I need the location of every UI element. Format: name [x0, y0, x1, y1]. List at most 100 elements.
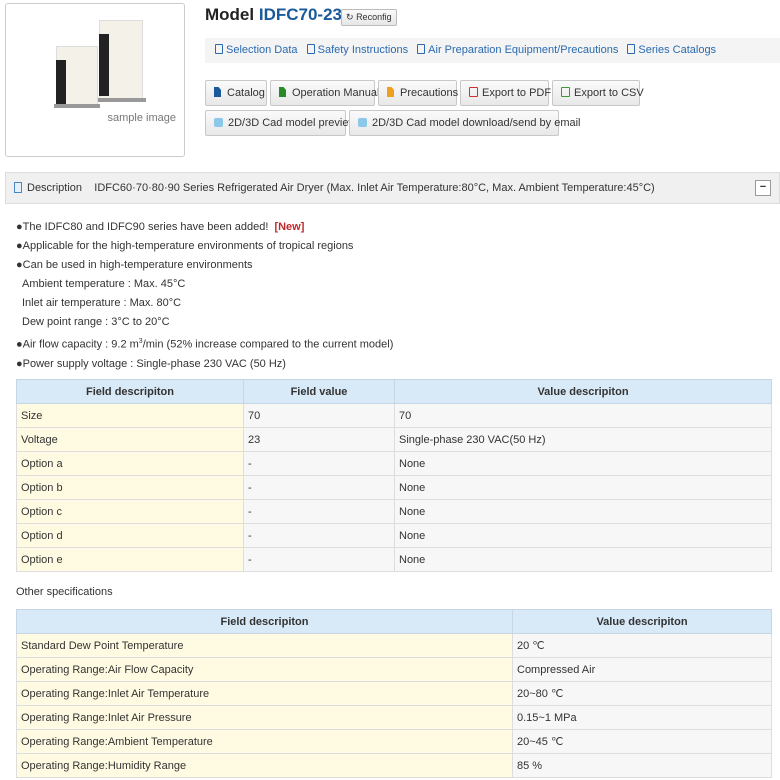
value-cell: -: [243, 523, 395, 548]
value-cell: None: [394, 547, 772, 572]
value-cell: 20~80 ℃: [512, 681, 772, 706]
link-air-preparation[interactable]: Air Preparation Equipment/Precautions: [417, 44, 618, 56]
link-series-catalogs[interactable]: Series Catalogs: [627, 44, 716, 56]
document-icon: [627, 44, 636, 54]
value-cell: 20~45 ℃: [512, 729, 772, 754]
cad-preview-button[interactable]: 2D/3D Cad model preview: [205, 110, 356, 136]
csv-icon: [561, 87, 570, 97]
table-row: Operating Range:Inlet Air Pressure 0.15~1…: [16, 705, 772, 730]
pdf-icon: [469, 87, 478, 97]
table-row: Option e - None: [16, 547, 772, 572]
button-label: Catalog: [227, 87, 265, 99]
cad-download-button[interactable]: 2D/3D Cad model download/send by email: [349, 110, 581, 136]
feature-item: ●Can be used in high-temperature environ…: [16, 259, 253, 271]
feature-subitem: Dew point range : 3°C to 20°C: [22, 316, 170, 328]
table-row: Option d - None: [16, 523, 772, 548]
description-header: Description IDFC60·70·80·90 Series Refri…: [5, 172, 780, 204]
reconfig-button[interactable]: ↻ Reconfig: [341, 9, 397, 26]
column-header: Value descripiton: [512, 609, 772, 634]
table-row: Voltage 23 Single-phase 230 VAC(50 Hz): [16, 427, 772, 452]
link-label: Selection Data: [226, 44, 298, 56]
operation-manual-button[interactable]: Operation Manual: [270, 80, 379, 106]
feature-item: ●Power supply voltage : Single-phase 230…: [16, 357, 286, 370]
product-image[interactable]: sample image: [5, 3, 185, 157]
table-row: Option a - None: [16, 451, 772, 476]
page-title: Model IDFC70-23: [205, 5, 342, 25]
table-row: Standard Dew Point Temperature 20 ℃: [16, 633, 772, 658]
field-cell: Option d: [16, 523, 244, 548]
field-cell: Option b: [16, 475, 244, 500]
table-row: Operating Range:Air Flow Capacity Compres…: [16, 657, 772, 682]
title-prefix: Model: [205, 5, 255, 24]
value-cell: None: [394, 523, 772, 548]
field-cell: Option a: [16, 451, 244, 476]
button-label: 2D/3D Cad model preview: [228, 117, 357, 129]
reconfig-label: Reconfig: [356, 12, 392, 22]
field-cell: Option e: [16, 547, 244, 572]
button-label: Export to CSV: [574, 87, 644, 99]
feature-text: ●Air flow capacity : 9.2 m: [16, 338, 139, 351]
refresh-icon: ↻: [346, 12, 354, 22]
link-label: Safety Instructions: [317, 44, 409, 56]
value-cell: -: [243, 499, 395, 524]
section-title: Other specifications: [16, 586, 113, 598]
value-cell: -: [243, 547, 395, 572]
field-cell: Operating Range:Inlet Air Pressure: [16, 705, 513, 730]
catalog-button[interactable]: Catalog: [205, 80, 267, 106]
column-header: Field value: [243, 379, 395, 404]
file-icon: [279, 87, 286, 97]
feature-subitem: Ambient temperature : Max. 45°C: [22, 278, 186, 290]
table-row: Option b - None: [16, 475, 772, 500]
table-row: Operating Range:Inlet Air Temperature 20~…: [16, 681, 772, 706]
feature-item: ●Air flow capacity : 9.2 m3/min (52% inc…: [16, 332, 393, 355]
model-number: IDFC70-23: [258, 5, 342, 24]
column-header: Field descripiton: [16, 609, 513, 634]
feature-item: ●Applicable for the high-temperature env…: [16, 240, 354, 252]
value-cell: 85 %: [512, 753, 772, 778]
collapse-button[interactable]: −: [755, 180, 771, 196]
field-cell: Standard Dew Point Temperature: [16, 633, 513, 658]
document-icon: [417, 44, 426, 54]
description-text: IDFC60·70·80·90 Series Refrigerated Air …: [94, 182, 655, 194]
dryer-base: [54, 104, 100, 108]
document-icon: [306, 44, 315, 54]
table-row: Operating Range:Ambient Temperature 20~45…: [16, 729, 772, 754]
button-label: Precautions: [400, 87, 459, 99]
value-cell: -: [243, 451, 395, 476]
file-icon: [387, 87, 394, 97]
field-cell: Option c: [16, 499, 244, 524]
precautions-button[interactable]: Precautions: [378, 80, 459, 106]
value-cell: 23: [243, 427, 395, 452]
description-label: Description: [27, 182, 83, 194]
field-cell: Operating Range:Inlet Air Temperature: [16, 681, 513, 706]
value-cell: 70: [394, 403, 772, 428]
field-cell: Operating Range:Ambient Temperature: [16, 729, 513, 754]
dryer-fins: [99, 34, 109, 96]
table-row: Option c - None: [16, 499, 772, 524]
column-header: Field descripiton: [16, 379, 244, 404]
export-csv-button[interactable]: Export to CSV: [552, 80, 644, 106]
field-cell: Operating Range:Humidity Range: [16, 753, 513, 778]
link-safety-instructions[interactable]: Safety Instructions: [306, 44, 409, 56]
value-cell: -: [243, 475, 395, 500]
field-cell: Operating Range:Air Flow Capacity: [16, 657, 513, 682]
cube-icon: [358, 118, 367, 127]
feature-text: /min (52% increase compared to the curre…: [142, 338, 394, 351]
export-pdf-button[interactable]: Export to PDF: [460, 80, 552, 106]
link-label: Air Preparation Equipment/Precautions: [428, 44, 619, 56]
specifications-table: Field descripiton Value descripiton Stand…: [16, 609, 772, 778]
button-label: Operation Manual: [292, 87, 380, 99]
description-icon: [14, 182, 22, 193]
feature-subitem: Inlet air temperature : Max. 80°C: [22, 297, 182, 309]
value-cell: 20 ℃: [512, 633, 772, 658]
feature-text: ●The IDFC80 and IDFC90 series have been …: [16, 221, 269, 233]
button-label: Export to PDF: [482, 87, 552, 99]
link-selection-data[interactable]: Selection Data: [215, 44, 298, 56]
cube-icon: [214, 118, 223, 127]
document-icon: [215, 44, 223, 54]
table-row: Operating Range:Humidity Range 85 %: [16, 753, 772, 778]
link-label: Series Catalogs: [638, 44, 717, 56]
value-cell: Single-phase 230 VAC(50 Hz): [394, 427, 772, 452]
value-cell: None: [394, 451, 772, 476]
dryer-base: [98, 98, 146, 102]
